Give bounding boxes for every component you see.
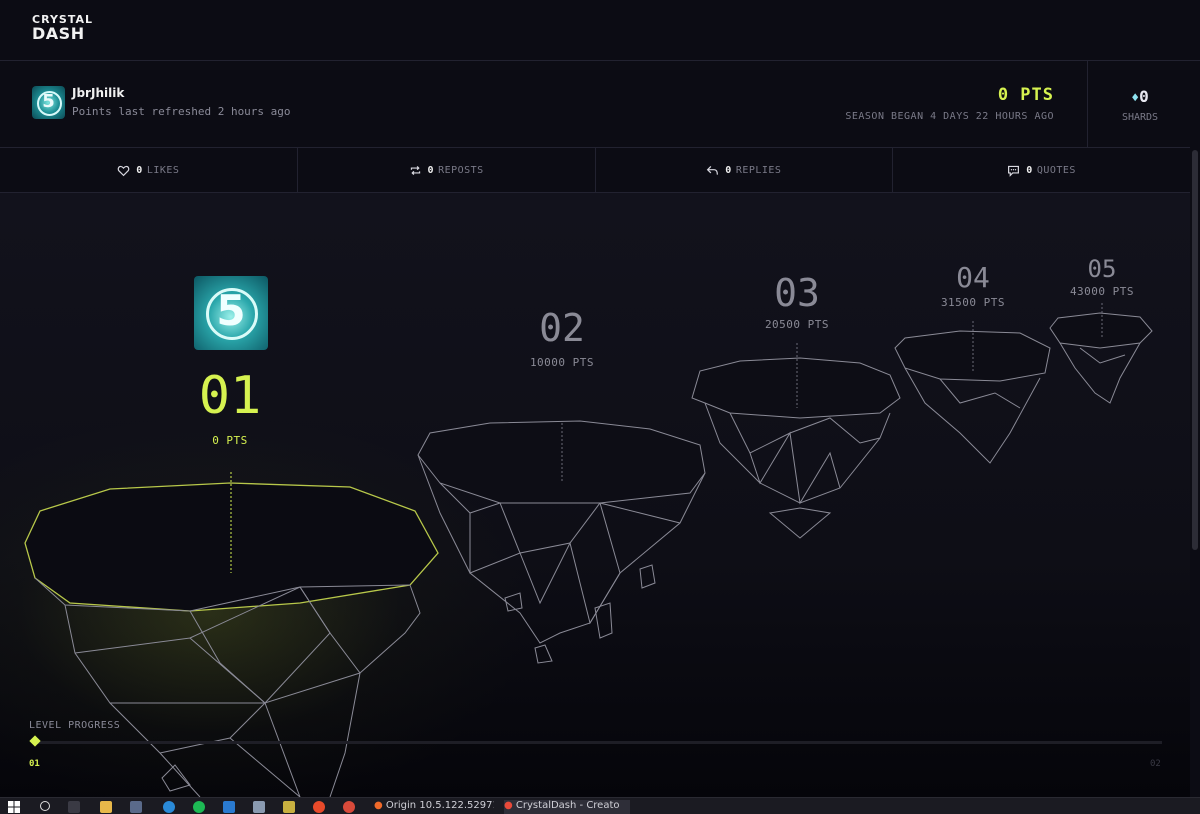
progress-label: LEVEL PROGRESS	[29, 720, 121, 731]
shards-label: SHARDS	[1121, 112, 1159, 123]
chrome-icon[interactable]	[343, 801, 355, 813]
level-02-label: 02 10000 PTS	[512, 306, 612, 369]
engagement-stats: 0 LIKES 0 REPOSTS 0 REPLIES 0 QUOTES	[0, 148, 1190, 193]
level-03-label: 03 20500 PTS	[747, 271, 847, 331]
stat-likes: 0 LIKES	[0, 148, 298, 192]
shards-value: 0	[1139, 87, 1149, 106]
likes-count: 0	[136, 164, 143, 176]
quotes-count: 0	[1026, 164, 1033, 176]
level-number: 04	[956, 261, 990, 294]
avatar[interactable]: 5	[32, 86, 65, 119]
points-summary: 0 PTS SEASON BEGAN 4 DAYS 22 HOURS AGO	[845, 85, 1054, 122]
level-05-label: 05 43000 PTS	[1052, 255, 1152, 298]
diamond-icon: ♦	[1131, 91, 1140, 106]
top-bar: CRYSTAL DASH	[0, 0, 1200, 61]
taskbar-task-crystaldash[interactable]: ● CrystalDash - Creato	[504, 800, 630, 814]
island-02[interactable]	[417, 420, 706, 664]
progress-end-level: 02	[1150, 759, 1161, 769]
island-05[interactable]	[1049, 303, 1153, 404]
reposts-label: REPOSTS	[438, 164, 484, 176]
profile-header: 5 JbrJhilik Points last refreshed 2 hour…	[0, 61, 1200, 148]
level-number: 05	[1087, 255, 1117, 283]
search-icon[interactable]	[40, 801, 50, 811]
level-points: 43000 PTS	[1069, 285, 1135, 298]
level-number: 01	[198, 366, 262, 426]
level-points: 20500 PTS	[764, 318, 830, 331]
app-icon[interactable]	[313, 801, 325, 813]
level-number: 03	[774, 271, 820, 315]
reposts-count: 0	[427, 164, 435, 176]
level-01-label: 01 0 PTS	[180, 366, 280, 447]
likes-label: LIKES	[146, 164, 180, 176]
replies-label: REPLIES	[735, 164, 782, 176]
level-points: 10000 PTS	[529, 356, 595, 369]
app-icon[interactable]	[253, 801, 265, 813]
reply-icon	[707, 165, 719, 175]
edge-icon[interactable]	[163, 801, 175, 813]
stat-quotes: 0 QUOTES	[893, 148, 1190, 192]
island-03[interactable]	[691, 343, 901, 539]
os-taskbar: ● Origin 10.5.122.52971 ● CrystalDash - …	[0, 797, 1200, 814]
level-progress-bar	[36, 741, 1162, 744]
island-04[interactable]	[894, 321, 1051, 464]
progress-start-level: 01	[29, 759, 40, 769]
refresh-status: Points last refreshed 2 hours ago	[72, 105, 291, 118]
level-number: 02	[539, 306, 585, 350]
username[interactable]: JbrJhilik	[72, 86, 124, 100]
avatar-glyph: 5	[216, 286, 246, 335]
app-icon[interactable]	[283, 801, 295, 813]
file-explorer-icon[interactable]	[100, 801, 112, 813]
taskbar-task-origin[interactable]: ● Origin 10.5.122.52971	[374, 800, 494, 814]
level-map: 5 01 0 PTS 02 10000 PTS 03 20500 PTS 04 …	[0, 193, 1190, 797]
level-04-label: 04 31500 PTS	[923, 261, 1023, 309]
shards-box: ♦0 SHARDS	[1087, 61, 1193, 147]
stat-reposts: 0 REPOSTS	[298, 148, 596, 192]
spotify-icon[interactable]	[193, 801, 205, 813]
current-level-avatar: 5	[194, 276, 268, 350]
quotes-label: QUOTES	[1036, 164, 1076, 176]
season-status: SEASON BEGAN 4 DAYS 22 HOURS AGO	[845, 111, 1054, 122]
quote-icon	[1008, 165, 1020, 177]
total-points: 0 PTS	[997, 85, 1054, 105]
windows-start-icon[interactable]	[8, 801, 20, 813]
stat-replies: 0 REPLIES	[596, 148, 894, 192]
heart-icon	[117, 165, 130, 176]
avatar-glyph: 5	[42, 91, 55, 112]
mail-icon[interactable]	[223, 801, 235, 813]
scrollbar-thumb[interactable]	[1192, 150, 1198, 550]
task-view-icon[interactable]	[68, 801, 80, 813]
repost-icon	[410, 165, 420, 175]
level-points: 0 PTS	[212, 434, 248, 447]
island-01[interactable]	[24, 472, 439, 797]
replies-count: 0	[725, 164, 732, 176]
level-points: 31500 PTS	[940, 296, 1006, 309]
crystal-dash-logo[interactable]: CRYSTAL DASH	[32, 14, 93, 42]
store-icon[interactable]	[130, 801, 142, 813]
